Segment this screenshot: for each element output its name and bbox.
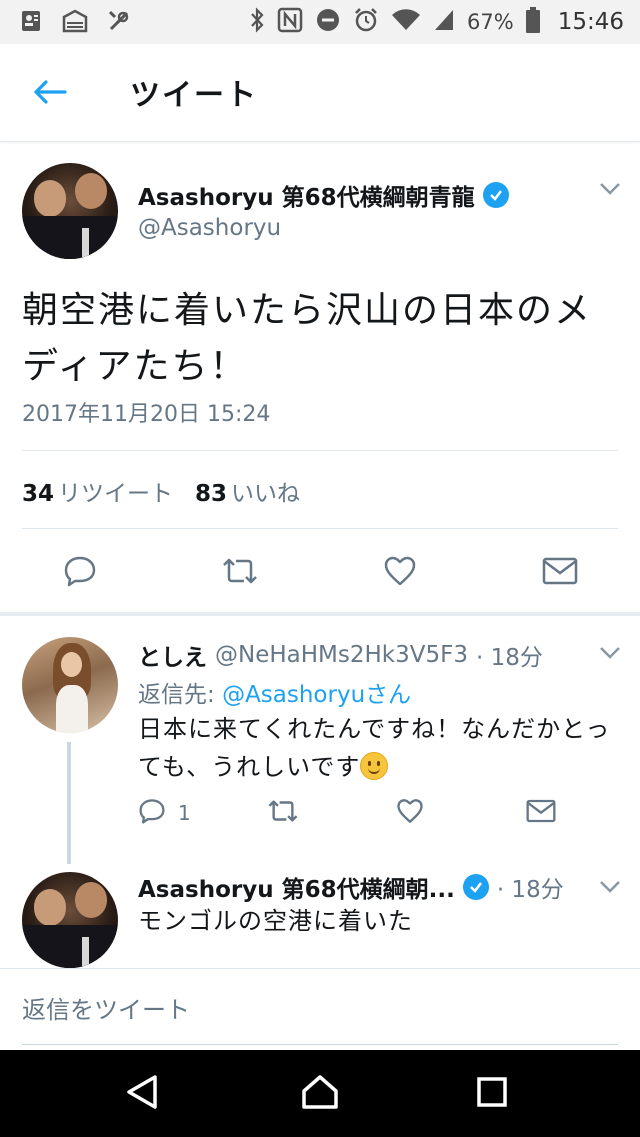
- chevron-down-icon: [599, 645, 621, 664]
- reply-avatar[interactable]: [22, 637, 118, 733]
- tweet-actions: [0, 548, 640, 598]
- reply-to-handle[interactable]: @Asashoryuさん: [222, 682, 411, 708]
- retweet-count: 34: [22, 481, 55, 507]
- tweet-stats: 34 リツイート 83 いいね: [22, 474, 300, 508]
- tweet-timestamp: 2017年11月20日 15:24: [22, 402, 271, 427]
- contacts-card-icon: [18, 8, 44, 34]
- battery-percent: 67%: [467, 10, 514, 34]
- wifi-icon: [391, 8, 421, 36]
- nav-recents-button[interactable]: [470, 1074, 514, 1114]
- author-name-row[interactable]: Asashoryu 第68代横綱朝青龍: [138, 178, 509, 212]
- reply-icon: [138, 798, 166, 829]
- reply-time: · 18分: [496, 877, 564, 903]
- bluetooth-icon: [249, 7, 265, 37]
- nfc-icon: [277, 7, 303, 37]
- divider: [22, 450, 618, 451]
- retweet-label: リツイート: [58, 481, 174, 507]
- reply-to-prefix: 返信先:: [138, 682, 223, 708]
- retweet-stat[interactable]: 34 リツイート: [22, 474, 173, 508]
- reply-avatar[interactable]: [22, 872, 118, 968]
- heart-icon: [383, 556, 417, 590]
- reply-author-name: Asashoryu 第68代横綱朝...: [138, 877, 455, 903]
- reply-actions: 1: [138, 796, 618, 830]
- reply-icon: [63, 555, 97, 591]
- reply-share-button[interactable]: [526, 796, 556, 830]
- reply-text: モンゴルの空港に着いた: [138, 907, 413, 935]
- divider: [0, 968, 640, 969]
- nav-home-button[interactable]: [298, 1074, 342, 1114]
- smile-emoji-icon: [360, 752, 389, 780]
- retweet-icon: [220, 556, 260, 590]
- share-button[interactable]: [535, 548, 585, 598]
- thread-connector-line: [67, 742, 71, 864]
- square-recents-icon: [476, 1076, 508, 1112]
- input-underline: [22, 1044, 618, 1045]
- tweet-menu-button[interactable]: [596, 180, 624, 200]
- reply-like-button[interactable]: [396, 796, 424, 830]
- retweet-icon: [266, 798, 300, 829]
- battery-icon: [525, 7, 540, 37]
- do-not-disturb-icon: [315, 7, 341, 37]
- verified-badge-icon: [462, 874, 489, 900]
- alarm-icon: [353, 7, 379, 37]
- clock: 15:46: [557, 9, 624, 35]
- nav-back-button[interactable]: [120, 1074, 164, 1114]
- reply-compose-input[interactable]: 返信をツイート: [22, 990, 190, 1025]
- status-bar: 67% 15:46: [0, 0, 640, 44]
- divider: [22, 528, 618, 529]
- like-stat[interactable]: 83 いいね: [195, 474, 300, 508]
- app-header: ツイート: [0, 44, 640, 142]
- like-button[interactable]: [375, 548, 425, 598]
- page-title: ツイート: [130, 78, 258, 113]
- reply-button[interactable]: [55, 548, 105, 598]
- author-handle[interactable]: @Asashoryu: [138, 215, 281, 241]
- like-label: いいね: [231, 481, 301, 507]
- reply-time: · 18分: [475, 645, 543, 671]
- like-count: 83: [195, 481, 228, 507]
- heart-icon: [396, 798, 424, 829]
- signal-icon: [433, 8, 455, 36]
- reply-author-name: としえ: [138, 645, 207, 671]
- reply-author-handle: @NeHaHMs2Hk3V5F3: [215, 642, 468, 668]
- chevron-down-icon: [599, 181, 621, 200]
- reply-count: 1: [178, 801, 191, 825]
- verified-badge-icon: [482, 182, 509, 208]
- tweet-text: 朝空港に着いたら沢山の日本のメディアたち！: [22, 290, 593, 387]
- inbox-icon: [62, 8, 88, 34]
- tools-icon: [106, 8, 132, 34]
- mail-icon: [526, 799, 556, 828]
- retweet-button[interactable]: [215, 548, 265, 598]
- arrow-left-icon: [33, 79, 67, 109]
- reply-reply-button[interactable]: 1: [138, 796, 191, 830]
- reply-retweet-button[interactable]: [266, 796, 300, 830]
- reply-header[interactable]: としえ @NeHaHMs2Hk3V5F3 · 18分: [138, 638, 543, 672]
- reply-text-container: 日本に来てくれたんですね！なんだかとっても、うれしいです: [138, 710, 626, 786]
- triangle-back-icon: [125, 1074, 159, 1114]
- reply-to-line: 返信先: @Asashoryuさん: [138, 675, 411, 709]
- reply-menu-button[interactable]: [596, 644, 624, 664]
- home-icon: [301, 1074, 339, 1114]
- section-separator: [0, 612, 640, 616]
- mail-icon: [542, 557, 578, 589]
- system-navigation-bar: [0, 1050, 640, 1137]
- reply-menu-button[interactable]: [596, 878, 624, 898]
- reply-header[interactable]: Asashoryu 第68代横綱朝... · 18分: [138, 870, 564, 904]
- author-avatar[interactable]: [22, 163, 118, 259]
- author-name: Asashoryu 第68代横綱朝青龍: [138, 185, 475, 211]
- chevron-down-icon: [599, 879, 621, 898]
- back-button[interactable]: [28, 74, 72, 114]
